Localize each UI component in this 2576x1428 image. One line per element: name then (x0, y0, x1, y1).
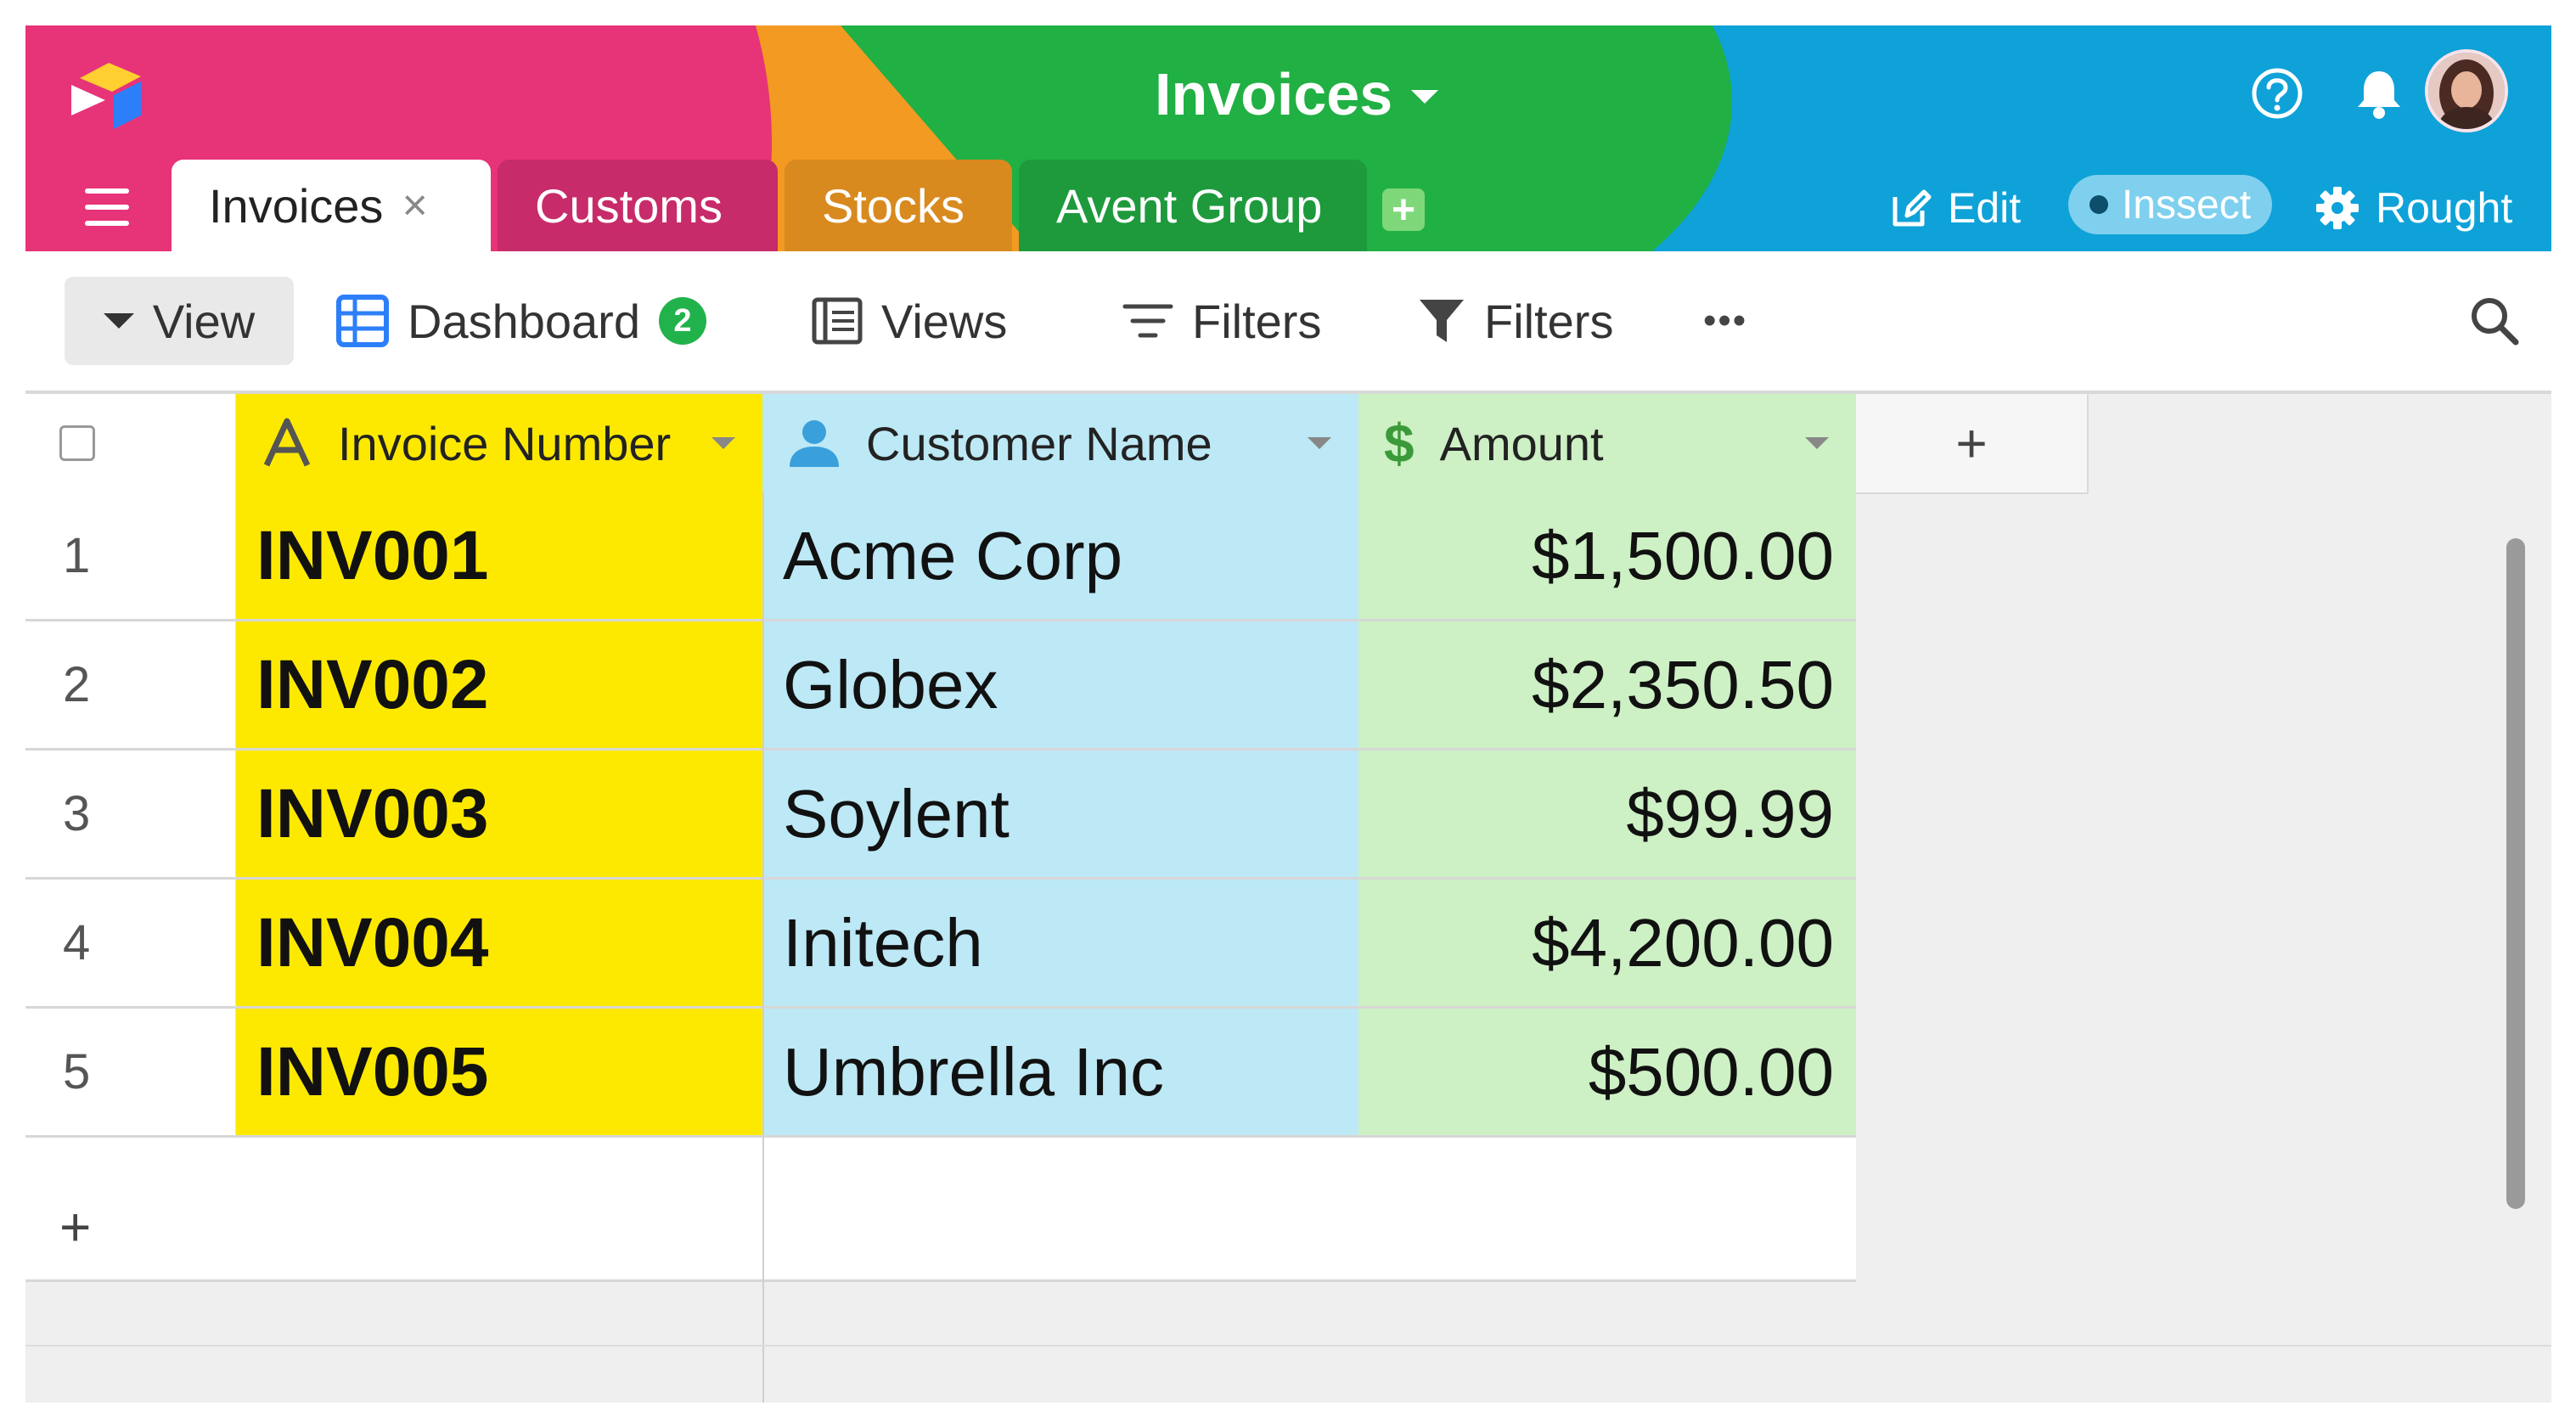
caret-down-icon (103, 313, 134, 329)
table-row[interactable]: 5 INV005 Umbrella Inc $500.00 (25, 1009, 1856, 1138)
settings-button[interactable]: Rought (2314, 178, 2512, 238)
close-icon[interactable]: × (402, 180, 427, 231)
tab-label: Customs (535, 178, 723, 233)
dashboard-button[interactable]: Dashboard 2 (336, 277, 706, 365)
text-field-icon (262, 418, 312, 469)
invoice-number-cell[interactable]: INV003 (236, 751, 762, 880)
dashboard-count-badge: 2 (658, 297, 706, 345)
view-label: View (152, 294, 256, 348)
filters-button[interactable]: Filters (1122, 277, 1321, 365)
status-pill-label: Inssect (2121, 182, 2252, 228)
row-number-cell[interactable]: 2 (25, 621, 236, 751)
tab-label: Invoices (209, 178, 384, 233)
chevron-down-icon[interactable] (1805, 437, 1829, 449)
customer-name-cell[interactable]: Acme Corp (762, 492, 1358, 621)
tab-label: Avent Group (1056, 178, 1323, 233)
tab-stocks[interactable]: Stocks (785, 160, 1012, 251)
table-row[interactable]: 2 INV002 Globex $2,350.50 (25, 621, 1856, 751)
row-number-cell[interactable]: 5 (25, 1009, 236, 1138)
filter-funnel-button[interactable]: Filters (1418, 277, 1613, 365)
add-row-area: + (25, 1178, 1856, 1282)
column-label: Amount (1439, 416, 1604, 470)
column-header-invoice-number[interactable]: Invoice Number (236, 394, 762, 492)
view-button[interactable]: View (65, 277, 294, 365)
app-logo[interactable] (63, 56, 156, 134)
add-column-button[interactable]: + (1856, 394, 2089, 492)
column-header-row: Invoice Number Customer Name $ Amount + (25, 394, 2089, 494)
status-pill[interactable]: Inssect (2068, 175, 2272, 234)
header: Invoices Invoices × Customs Stocks Avent… (25, 25, 2551, 251)
table-row[interactable]: 1 INV001 Acme Corp $1,500.00 (25, 492, 1856, 621)
tab-avent-group[interactable]: Avent Group (1019, 160, 1367, 251)
edit-icon (1893, 189, 1932, 227)
status-dot (2089, 195, 2108, 214)
select-all-checkbox[interactable] (59, 425, 95, 461)
dashboard-label: Dashboard (408, 294, 640, 348)
filters2-label: Filters (1484, 294, 1614, 348)
currency-field-icon: $ (1384, 413, 1415, 474)
toolbar: View Dashboard 2 Views Filters Filters •… (25, 251, 2551, 391)
add-tab-button[interactable]: + (1382, 188, 1425, 233)
tab-invoices[interactable]: Invoices × (172, 160, 491, 251)
tab-customs[interactable]: Customs (498, 160, 778, 251)
table-row[interactable]: 4 INV004 Initech $4,200.00 (25, 880, 1856, 1009)
chevron-down-icon[interactable] (1308, 437, 1331, 449)
customer-name-cell[interactable]: Soylent (762, 751, 1358, 880)
search-icon[interactable] (2469, 277, 2520, 365)
more-options-button[interactable]: ••• (1703, 277, 1747, 365)
menu-icon[interactable] (85, 188, 129, 226)
chevron-down-icon (1411, 90, 1439, 104)
amount-cell[interactable]: $99.99 (1358, 751, 1856, 880)
amount-cell[interactable]: $500.00 (1358, 1009, 1856, 1138)
amount-cell[interactable]: $2,350.50 (1358, 621, 1856, 751)
customer-name-cell[interactable]: Globex (762, 621, 1358, 751)
help-icon[interactable] (2247, 63, 2308, 124)
column-header-amount[interactable]: $ Amount (1358, 394, 1856, 492)
row-number-cell[interactable]: 1 (25, 492, 236, 621)
amount-cell[interactable]: $4,200.00 (1358, 880, 1856, 1009)
table-row[interactable]: 3 INV003 Soylent $99.99 (25, 751, 1856, 880)
invoice-number-cell[interactable]: INV002 (236, 621, 762, 751)
row-number-cell[interactable]: 3 (25, 751, 236, 880)
invoice-number-cell[interactable]: INV001 (236, 492, 762, 621)
invoice-number-cell[interactable]: INV004 (236, 880, 762, 1009)
app-window: Invoices Invoices × Customs Stocks Avent… (25, 25, 2551, 1403)
base-title-text: Invoices (1155, 61, 1393, 127)
vertical-scrollbar[interactable] (2506, 538, 2525, 1209)
select-all-cell[interactable] (25, 394, 236, 492)
gear-icon (2316, 187, 2359, 229)
add-row-button[interactable]: + (59, 1195, 91, 1258)
invoice-number-cell[interactable]: INV005 (236, 1009, 762, 1138)
views-label: Views (881, 294, 1008, 348)
edit-button[interactable]: Edit (1890, 178, 2021, 238)
bell-icon[interactable] (2348, 63, 2410, 124)
column-label: Invoice Number (338, 416, 672, 470)
list-icon (812, 297, 863, 345)
data-grid: Invoice Number Customer Name $ Amount + … (25, 391, 2551, 1403)
chevron-down-icon[interactable] (711, 437, 735, 449)
sort-icon (1122, 304, 1173, 338)
row-number-cell[interactable]: 4 (25, 880, 236, 1009)
settings-label: Rought (2376, 184, 2513, 232)
amount-cell[interactable]: $1,500.00 (1358, 492, 1856, 621)
funnel-icon (1420, 300, 1464, 342)
tab-label: Stocks (822, 178, 965, 233)
column-header-customer-name[interactable]: Customer Name (762, 394, 1358, 492)
grid-icon (336, 295, 389, 347)
footer-divider (25, 1345, 2551, 1346)
customer-name-cell[interactable]: Umbrella Inc (762, 1009, 1358, 1138)
user-avatar[interactable] (2425, 49, 2508, 132)
column-divider (762, 492, 764, 1403)
edit-label: Edit (1948, 184, 2022, 232)
views-button[interactable]: Views (812, 277, 1007, 365)
customer-name-cell[interactable]: Initech (762, 880, 1358, 1009)
filters-label: Filters (1192, 294, 1322, 348)
base-title[interactable]: Invoices (1155, 56, 1439, 132)
column-label: Customer Name (866, 416, 1212, 470)
user-field-icon (788, 418, 841, 469)
